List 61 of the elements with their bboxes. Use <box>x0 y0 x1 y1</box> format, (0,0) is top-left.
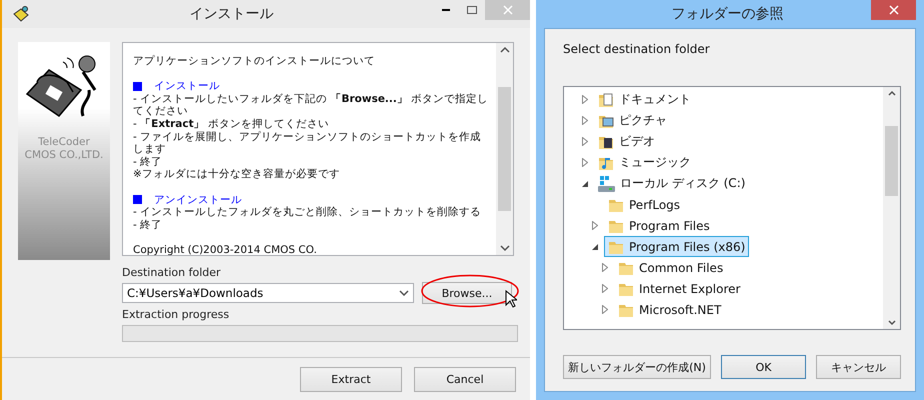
dialog-button[interactable]: キャンセル <box>816 355 901 379</box>
field-label: Extraction progress <box>122 308 230 322</box>
expand-arrow-icon[interactable] <box>582 137 588 146</box>
readme-text: - 終了 <box>133 156 164 168</box>
scrollbar[interactable] <box>883 87 900 329</box>
drive-icon <box>598 176 615 192</box>
prompt-text: Select destination folder <box>563 42 711 56</box>
expand-arrow-icon[interactable] <box>592 221 598 230</box>
tree-item[interactable]: Program Files (x86) <box>604 236 750 257</box>
scrollbar-thumb[interactable] <box>498 87 511 211</box>
tree-item[interactable]: Program Files <box>604 215 714 236</box>
company-name: TeleCoder <box>38 136 90 149</box>
expand-arrow-icon[interactable] <box>582 158 588 167</box>
readme-text: アプリケーションソフトのインストールについて <box>133 55 376 68</box>
company-name: CMOS CO.,LTD. <box>24 149 104 162</box>
readme-text: - 「Extract」 ボタンを押してください <box>133 118 330 131</box>
expand-arrow-icon[interactable] <box>602 284 608 293</box>
field-label: Destination folder <box>122 266 222 280</box>
tree-item[interactable]: Internet Explorer <box>614 278 744 299</box>
tree-item[interactable]: Common Files <box>614 257 728 278</box>
tree-item[interactable]: ビデオ <box>594 131 659 152</box>
browse-button[interactable]: Browse... <box>422 282 512 304</box>
bullet-square-icon <box>133 195 142 204</box>
tree-item[interactable]: ピクチャ <box>594 110 671 131</box>
expand-arrow-icon[interactable] <box>602 263 608 272</box>
readme-text: - ファイルを展開し、アプリケーションソフトのショートカットを作成します <box>133 130 482 156</box>
maximize-icon <box>467 6 477 14</box>
tree-item[interactable]: Microsoft.NET <box>614 299 726 320</box>
dialog-button[interactable]: 新しいフォルダーの作成(N) <box>563 355 712 379</box>
window-title: インストール <box>188 5 274 23</box>
expand-arrow-icon[interactable] <box>582 116 588 125</box>
collapse-arrow-icon[interactable] <box>592 244 598 250</box>
collapse-arrow-icon[interactable] <box>582 180 588 186</box>
scrollbar[interactable] <box>496 43 513 255</box>
app-icon <box>12 5 30 23</box>
readme-text: - インストールしたフォルダを丸ごと削除、ショートカットを削除する <box>133 206 482 219</box>
expand-arrow-icon[interactable] <box>602 305 608 314</box>
minimize-icon <box>442 9 450 11</box>
mouse-cursor-icon <box>505 290 517 308</box>
destination-combo-box[interactable]: C:¥Users¥a¥Downloads <box>122 283 414 303</box>
readme-text: - インストールしたいフォルダを下記の 「Browse...」 ボタンで指定してください <box>133 92 490 118</box>
section-heading: インストール <box>154 80 220 93</box>
close-icon <box>888 5 898 15</box>
window-title: フォルダーの参照 <box>670 5 784 23</box>
dialog-button[interactable]: Cancel <box>414 366 516 392</box>
readme-text: - 終了 <box>133 218 164 232</box>
dialog-button[interactable]: OK <box>721 355 806 379</box>
section-heading: アンインストール <box>154 194 242 206</box>
bullet-square-icon <box>133 82 142 91</box>
dialog-button[interactable]: Extract <box>300 366 402 392</box>
tree-item[interactable]: ミュージック <box>594 152 695 173</box>
expand-arrow-icon[interactable] <box>582 95 588 104</box>
close-button[interactable] <box>871 0 916 20</box>
readme-text: ※フォルダには十分な空き容量が必要です <box>133 168 341 181</box>
tree-item[interactable]: PerfLogs <box>604 194 684 215</box>
scrollbar-thumb[interactable] <box>885 126 898 196</box>
tree-item[interactable]: ドキュメント <box>594 89 695 110</box>
documents-folder-icon <box>598 92 614 108</box>
readme-text: Copyright (C)2003-2014 CMOS CO. <box>133 244 318 255</box>
close-icon <box>502 5 512 15</box>
tree-item[interactable]: ローカル ディスク (C:) <box>594 173 750 194</box>
